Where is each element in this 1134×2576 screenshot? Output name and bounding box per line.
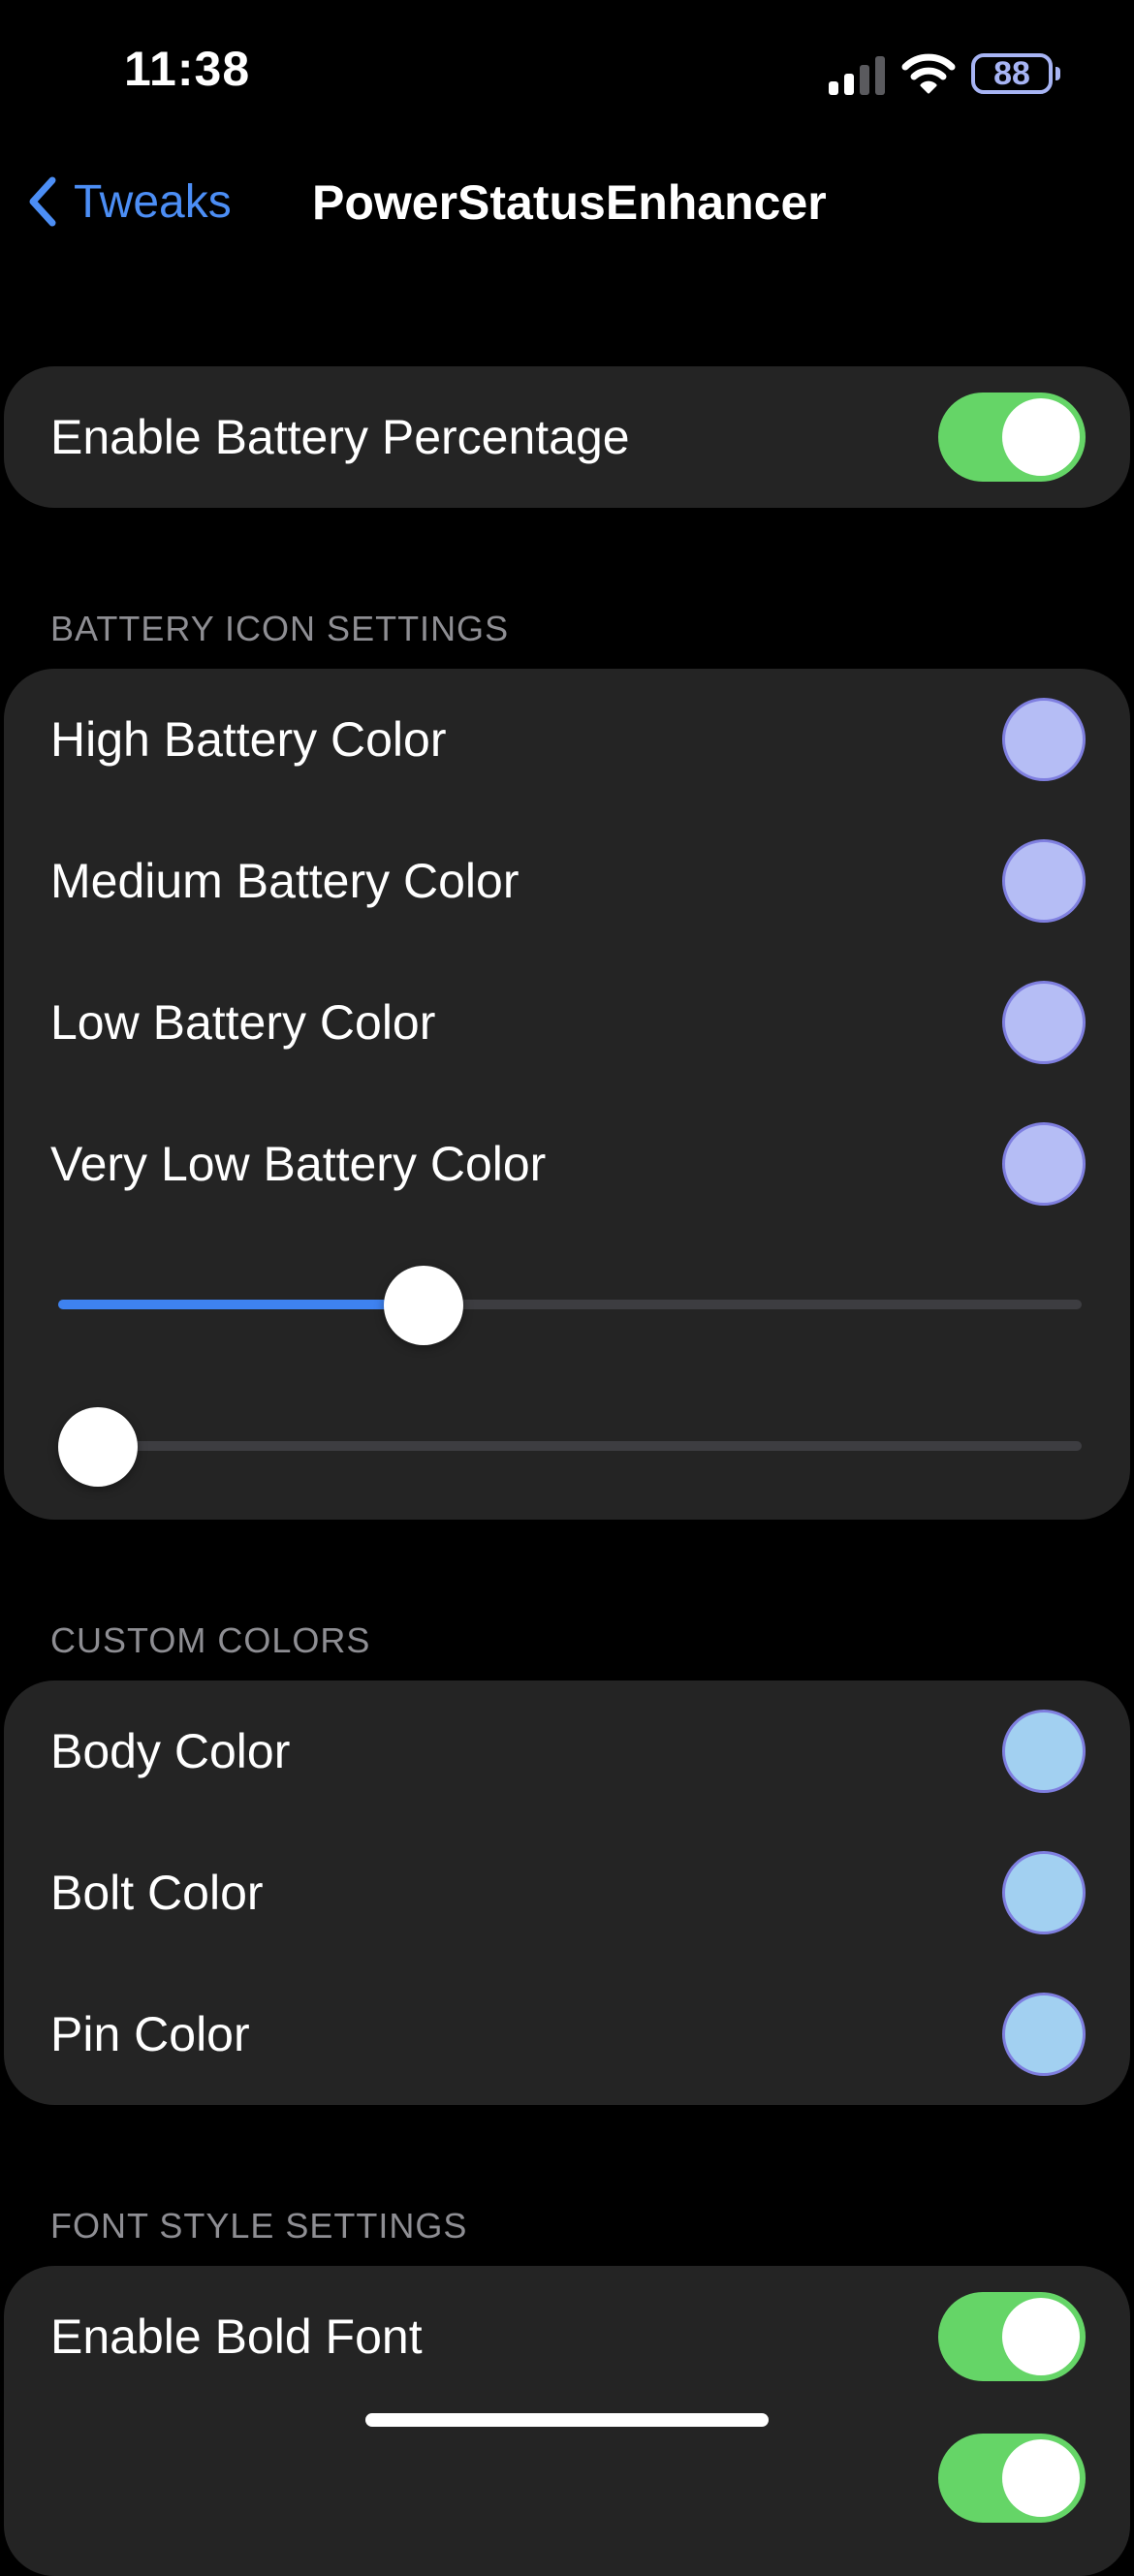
medium-battery-color-row[interactable]: Medium Battery Color (4, 810, 1130, 952)
status-time: 11:38 (124, 42, 251, 96)
row-label: Body Color (50, 1724, 291, 1778)
section-header-custom-colors: CUSTOM COLORS (50, 1620, 371, 1660)
back-button[interactable]: Tweaks (23, 173, 232, 231)
pin-color-swatch[interactable] (1002, 1993, 1086, 2076)
navigation-bar: Tweaks PowerStatusEnhancer (0, 155, 1134, 242)
font-style-toggle-2[interactable] (938, 2434, 1086, 2523)
row-label: Low Battery Color (50, 995, 436, 1050)
very-low-battery-color-swatch[interactable] (1002, 1122, 1086, 1206)
bolt-color-swatch[interactable] (1002, 1851, 1086, 1934)
slider-thumb[interactable] (384, 1266, 464, 1345)
section-header-font-style-settings: FONT STYLE SETTINGS (50, 2206, 468, 2246)
enable-battery-percentage-row: Enable Battery Percentage (4, 366, 1130, 508)
low-battery-color-swatch[interactable] (1002, 981, 1086, 1064)
battery-icon-settings-group: High Battery Color Medium Battery Color … (4, 669, 1130, 1520)
toggle-knob (1002, 2439, 1080, 2517)
slider-thumb[interactable] (58, 1407, 138, 1487)
row-label: High Battery Color (50, 712, 447, 767)
back-label: Tweaks (74, 175, 232, 228)
bolt-color-row[interactable]: Bolt Color (4, 1822, 1130, 1963)
row-label: Bolt Color (50, 1866, 264, 1920)
row-label: Medium Battery Color (50, 854, 520, 908)
row-label: Enable Battery Percentage (50, 410, 630, 464)
battery-nub (1055, 67, 1060, 80)
chevron-left-icon (29, 176, 56, 227)
font-style-row-2 (4, 2407, 1130, 2549)
enable-bold-font-toggle[interactable] (938, 2292, 1086, 2381)
medium-battery-color-swatch[interactable] (1002, 839, 1086, 923)
battery-percentage-group: Enable Battery Percentage (4, 366, 1130, 508)
high-battery-color-swatch[interactable] (1002, 698, 1086, 781)
custom-colors-group: Body Color Bolt Color Pin Color (4, 1681, 1130, 2105)
toggle-knob (1002, 2298, 1080, 2375)
row-label: Enable Bold Font (50, 2309, 423, 2364)
pin-color-row[interactable]: Pin Color (4, 1963, 1130, 2105)
battery-slider-2[interactable] (58, 1403, 1082, 1491)
row-label: Pin Color (50, 2007, 250, 2061)
section-header-battery-icon-settings: BATTERY ICON SETTINGS (50, 609, 510, 648)
battery-slider-1[interactable] (58, 1262, 1082, 1349)
body-color-swatch[interactable] (1002, 1710, 1086, 1793)
battery-level: 88 (993, 55, 1030, 92)
enable-battery-percentage-toggle[interactable] (938, 393, 1086, 482)
slider-fill (58, 1300, 425, 1309)
page-title: PowerStatusEnhancer (312, 175, 827, 230)
low-battery-color-row[interactable]: Low Battery Color (4, 952, 1130, 1093)
status-bar: 11:38 88 (0, 0, 1134, 145)
body-color-row[interactable]: Body Color (4, 1681, 1130, 1822)
toggle-knob (1002, 398, 1080, 476)
cellular-signal-icon (829, 56, 887, 95)
very-low-battery-color-row[interactable]: Very Low Battery Color (4, 1093, 1130, 1235)
slider-track (58, 1441, 1082, 1451)
home-indicator (365, 2413, 769, 2427)
wifi-icon (901, 53, 956, 94)
high-battery-color-row[interactable]: High Battery Color (4, 669, 1130, 810)
battery-icon: 88 (971, 53, 1053, 94)
row-label: Very Low Battery Color (50, 1137, 547, 1191)
enable-bold-font-row: Enable Bold Font (4, 2266, 1130, 2407)
